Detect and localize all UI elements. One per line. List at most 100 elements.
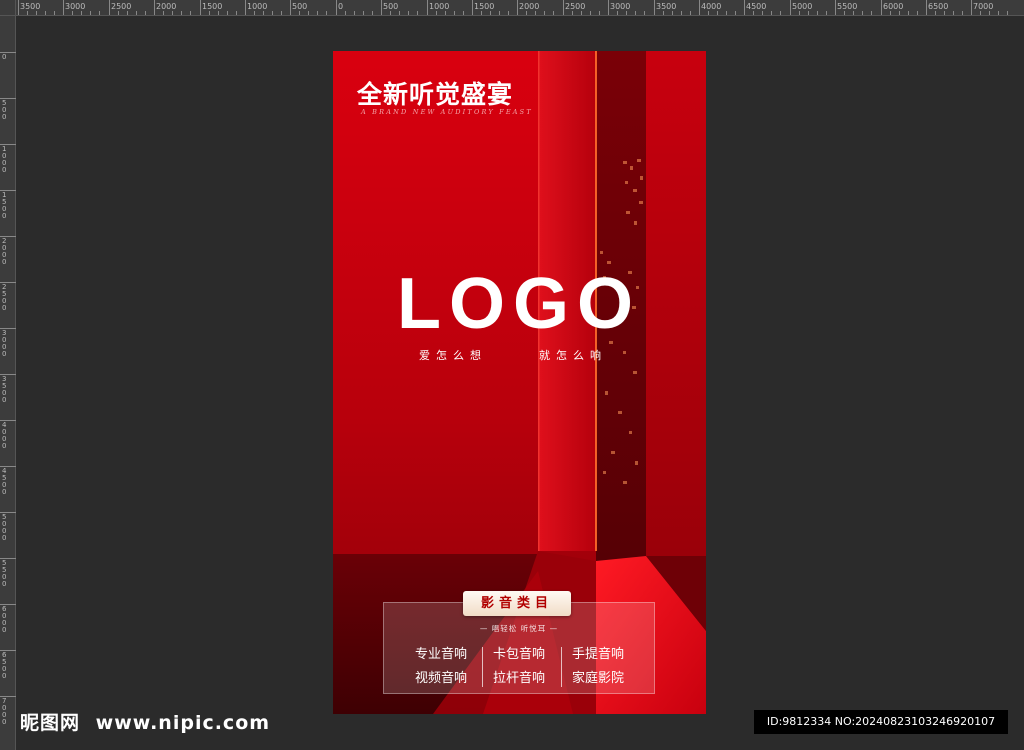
slogan-right: 就怎么响 bbox=[539, 349, 607, 362]
ruler-tick bbox=[0, 696, 16, 697]
ruler-minor-tick bbox=[535, 11, 536, 15]
column-divider bbox=[561, 647, 562, 687]
ruler-minor-tick bbox=[644, 11, 645, 15]
ruler-minor-tick bbox=[944, 11, 945, 15]
poster-canvas: 全新听觉盛宴 A BRAND NEW AUDITORY FEAST LOGO 爱… bbox=[333, 51, 706, 714]
ruler-tick bbox=[881, 0, 882, 15]
poster-subtitle: A BRAND NEW AUDITORY FEAST bbox=[361, 108, 533, 116]
ruler-minor-tick bbox=[998, 11, 999, 15]
ruler-tick-label: 1000 bbox=[2, 145, 7, 174]
ruler-minor-tick bbox=[908, 11, 909, 15]
watermark-site-name: 昵图网 bbox=[20, 712, 81, 734]
watermark-site-logo: 昵图网 www.nipic.com bbox=[20, 708, 270, 735]
watermark-site-url: www.nipic.com bbox=[95, 712, 271, 734]
ruler-tick-label: 3500 bbox=[20, 2, 41, 11]
ruler-minor-tick bbox=[118, 11, 119, 15]
ruler-minor-tick bbox=[726, 11, 727, 15]
ruler-minor-tick bbox=[163, 11, 164, 15]
ruler-minor-tick bbox=[708, 11, 709, 15]
ruler-tick-label: 4500 bbox=[746, 2, 767, 11]
ruler-tick bbox=[0, 604, 16, 605]
ruler-tick-label: 3000 bbox=[2, 329, 7, 358]
ruler-minor-tick bbox=[508, 11, 509, 15]
ruler-tick bbox=[0, 52, 16, 53]
ruler-minor-tick bbox=[753, 11, 754, 15]
ruler-minor-tick bbox=[890, 11, 891, 15]
ruler-tick-label: 500 bbox=[292, 2, 308, 11]
ruler-tick-label: 5500 bbox=[837, 2, 858, 11]
ruler-tick bbox=[245, 0, 246, 15]
ruler-minor-tick bbox=[127, 11, 128, 15]
ruler-tick-label: 3500 bbox=[656, 2, 677, 11]
category-item: 家庭影院 bbox=[572, 671, 625, 686]
ruler-minor-tick bbox=[45, 11, 46, 15]
ruler-tick bbox=[427, 0, 428, 15]
ruler-minor-tick bbox=[326, 11, 327, 15]
ruler-minor-tick bbox=[236, 11, 237, 15]
ruler-minor-tick bbox=[553, 11, 554, 15]
ruler-minor-tick bbox=[544, 11, 545, 15]
ruler-minor-tick bbox=[209, 11, 210, 15]
ruler-minor-tick bbox=[499, 11, 500, 15]
ruler-tick-label: 5000 bbox=[792, 2, 813, 11]
ruler-tick bbox=[0, 420, 16, 421]
category-item: 卡包音响 bbox=[493, 647, 546, 662]
ruler-minor-tick bbox=[181, 11, 182, 15]
ruler-minor-tick bbox=[445, 11, 446, 15]
ruler-minor-tick bbox=[54, 11, 55, 15]
ruler-minor-tick bbox=[399, 11, 400, 15]
ruler-tick bbox=[0, 236, 16, 237]
ruler-tick-label: 4000 bbox=[2, 421, 7, 450]
ruler-minor-tick bbox=[99, 11, 100, 15]
ruler-minor-tick bbox=[808, 11, 809, 15]
ruler-tick-label: 4000 bbox=[701, 2, 722, 11]
ruler-minor-tick bbox=[299, 11, 300, 15]
ruler-minor-tick bbox=[372, 11, 373, 15]
ruler-minor-tick bbox=[90, 11, 91, 15]
ruler-minor-tick bbox=[354, 11, 355, 15]
ruler-tick bbox=[790, 0, 791, 15]
category-panel: 影音类目 — 唱轻松 听悦耳 — 专业音响 卡包音响 手提音响 视频音响 拉杆音… bbox=[383, 591, 655, 694]
ruler-tick bbox=[381, 0, 382, 15]
ruler-tick bbox=[0, 144, 16, 145]
ruler-tick-label: 2500 bbox=[111, 2, 132, 11]
ruler-tick bbox=[472, 0, 473, 15]
category-item: 手提音响 bbox=[572, 647, 625, 662]
ruler-minor-tick bbox=[581, 11, 582, 15]
ruler-minor-tick bbox=[317, 11, 318, 15]
ruler-minor-tick bbox=[490, 11, 491, 15]
ruler-minor-tick bbox=[799, 11, 800, 15]
ruler-tick bbox=[0, 650, 16, 651]
ruler-tick-label: 3000 bbox=[65, 2, 86, 11]
ruler-tick bbox=[563, 0, 564, 15]
ruler-minor-tick bbox=[871, 11, 872, 15]
logo-placeholder: LOGO bbox=[397, 264, 641, 344]
ruler-tick-label: 1000 bbox=[429, 2, 450, 11]
ruler-minor-tick bbox=[263, 11, 264, 15]
vertical-ruler: 0 500 1000 1500 2000 2500 3000 3500 4000 4500 5000… bbox=[0, 16, 16, 750]
ruler-tick-label: 6000 bbox=[883, 2, 904, 11]
ruler-minor-tick bbox=[853, 11, 854, 15]
ruler-tick-label: 1000 bbox=[247, 2, 268, 11]
ruler-tick-label: 1500 bbox=[474, 2, 495, 11]
ruler-minor-tick bbox=[989, 11, 990, 15]
ruler-minor-tick bbox=[590, 11, 591, 15]
ruler-tick-label: 0 bbox=[2, 53, 7, 61]
ruler-tick bbox=[744, 0, 745, 15]
ruler-minor-tick bbox=[572, 11, 573, 15]
ruler-tick bbox=[0, 282, 16, 283]
ruler-minor-tick bbox=[417, 11, 418, 15]
ruler-tick-label: 7000 bbox=[973, 2, 994, 11]
ruler-tick-label: 3000 bbox=[610, 2, 631, 11]
ruler-tick bbox=[699, 0, 700, 15]
category-badge: 影音类目 bbox=[463, 591, 571, 616]
ruler-tick-label: 500 bbox=[2, 99, 7, 121]
ruler-tick bbox=[0, 328, 16, 329]
ruler-tick bbox=[154, 0, 155, 15]
poster-title: 全新听觉盛宴 bbox=[357, 80, 514, 109]
ruler-tick-label: 1500 bbox=[202, 2, 223, 11]
ruler-minor-tick bbox=[844, 11, 845, 15]
ruler-minor-tick bbox=[980, 11, 981, 15]
ruler-tick bbox=[0, 558, 16, 559]
ruler-tick-label: 2000 bbox=[519, 2, 540, 11]
